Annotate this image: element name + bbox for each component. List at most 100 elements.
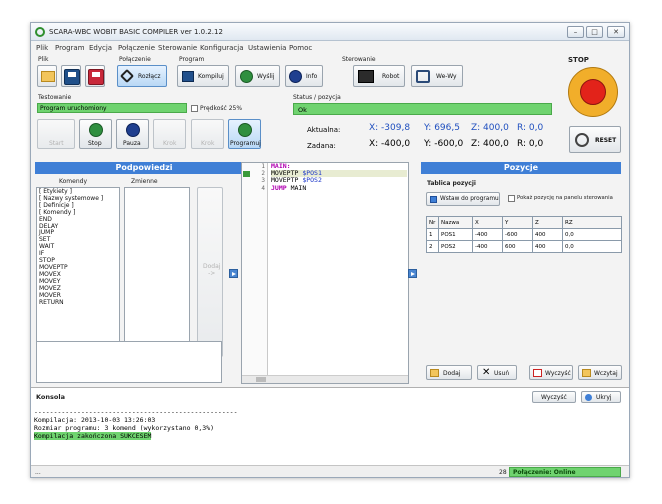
compile-button[interactable]: Kompiluj (177, 65, 229, 87)
group-label-plik: Plik (38, 56, 49, 63)
editor-scrollbar[interactable] (242, 375, 408, 383)
code-line[interactable]: JUMP MAIN (271, 183, 407, 192)
menu-konfiguracja[interactable]: Konfiguracja (200, 44, 244, 52)
emergency-stop-button[interactable] (568, 67, 618, 117)
variables-list[interactable] (124, 187, 190, 357)
menu-polaczenie[interactable]: Połączenie (118, 44, 155, 52)
header-z[interactable]: Z (532, 216, 563, 229)
save-as-icon (88, 69, 104, 85)
io-icon (416, 70, 430, 83)
disconnect-button[interactable]: Rozłącz (117, 65, 167, 87)
actual-x: X: -309,8 (369, 123, 411, 133)
program-status-field: Program uruchomiony (37, 103, 187, 113)
menu-ustawienia[interactable]: Ustawienia (248, 44, 286, 52)
testing-label: Testowanie (38, 94, 72, 101)
header-name[interactable]: Nazwa (438, 216, 473, 229)
remove-position-button[interactable]: ✕ Usuń (477, 365, 517, 380)
console-title: Konsola (36, 393, 65, 401)
status-bar-number: 28 (499, 469, 507, 476)
minimize-button[interactable]: – (567, 26, 584, 38)
save-file-button[interactable] (61, 65, 81, 87)
reset-icon (575, 133, 589, 147)
info-icon (289, 70, 302, 83)
table-row[interactable]: 2 POS2 -400 600 400 0,0 (426, 240, 622, 253)
actual-label: Aktualna: (307, 126, 341, 134)
show-on-panel-checkbox[interactable] (508, 195, 515, 202)
console-line: Kompilacja zakończona SUKCESEM (34, 432, 152, 440)
robot-icon (358, 70, 374, 83)
speed-checkbox[interactable] (191, 105, 198, 112)
set-label: Zadana: (307, 142, 336, 150)
stop-button[interactable]: Stop (79, 119, 112, 149)
start-button[interactable]: Start (37, 119, 75, 149)
send-button[interactable]: Wyślij (235, 65, 280, 87)
code-lines[interactable]: MAIN: MOVEPTP $POS1 MOVEPTP $POS2 JUMP MAIN (271, 162, 407, 192)
positions-table[interactable]: Nr Nazwa X Y Z RZ 1 POS1 -400 -600 400 0… (426, 216, 622, 253)
header-x[interactable]: X (472, 216, 503, 229)
add-icon (430, 369, 439, 377)
close-button[interactable]: ✕ (607, 26, 625, 38)
main-window: SCARA-WBC WOBIT BASIC COMPILER ver 1.0.2… (30, 22, 630, 478)
commands-column-label: Komendy (59, 178, 88, 185)
hints-title: Podpowiedzi (35, 162, 253, 174)
clear-positions-button[interactable]: Wyczyść (529, 365, 573, 380)
list-item[interactable]: RETURN (37, 299, 119, 307)
header-y[interactable]: Y (502, 216, 533, 229)
status-bar: ... 28 Połączenie: Online (31, 465, 629, 477)
load-positions-button[interactable]: Wczytaj (578, 365, 622, 380)
menu-pomoc[interactable]: Pomoc (289, 44, 312, 52)
menu-sterowanie[interactable]: Sterowanie (158, 44, 197, 52)
robot-button[interactable]: Robot (353, 65, 405, 87)
insert-to-program-button[interactable]: Wstaw do programu (426, 192, 500, 206)
program-button[interactable]: Programuj (228, 119, 261, 149)
status-bar-left: ... (35, 469, 41, 476)
program-icon (238, 123, 252, 137)
add-position-button[interactable]: Dodaj (426, 365, 472, 380)
line-number: 3 (261, 177, 265, 185)
add-hint-button[interactable]: Dodaj -> (197, 187, 223, 357)
show-on-panel-label: Pokaż pozycję na panelu sterowania (517, 195, 613, 201)
move-right-arrow-icon[interactable] (229, 269, 238, 278)
pause-button[interactable]: Pauza (116, 119, 149, 149)
code-editor[interactable]: 1234 MAIN: MOVEPTP $POS1 MOVEPTP $POS2 JUMP… (241, 162, 409, 384)
maximize-button[interactable]: □ (586, 26, 603, 38)
console-clear-button[interactable]: Wyczyść (532, 391, 576, 403)
actual-r: R: 0,0 (517, 123, 544, 133)
pause-icon (126, 123, 140, 137)
console-output[interactable]: ----------------------------------------… (34, 408, 624, 440)
group-label-polaczenie: Połączenie (119, 56, 151, 63)
group-label-program: Program (179, 56, 205, 63)
code-token: MAIN (290, 183, 307, 192)
step-back-button[interactable]: Krok (153, 119, 186, 149)
info-button[interactable]: Info (285, 65, 323, 87)
menu-program[interactable]: Program (55, 44, 85, 52)
editor-scroll-thumb[interactable] (256, 377, 266, 382)
menu-edycja[interactable]: Edycja (89, 44, 112, 52)
console-line: Rozmiar programu: 3 komend (wykorzystano… (34, 424, 215, 432)
clear-icon (533, 369, 542, 377)
actual-z: Z: 400,0 (471, 123, 509, 133)
io-button[interactable]: We-Wy (411, 65, 463, 87)
header-nr[interactable]: Nr (426, 216, 439, 229)
step-forward-button[interactable]: Krok (191, 119, 224, 149)
set-z: Z: 400,0 (471, 139, 509, 149)
open-file-button[interactable] (37, 65, 57, 87)
console-hide-button[interactable]: Ukryj (581, 391, 621, 403)
hide-icon (585, 394, 592, 401)
positions-title: Pozycje (421, 162, 621, 174)
reset-button[interactable]: RESET (569, 126, 621, 153)
table-row[interactable]: 1 POS1 -400 -600 400 0,0 (426, 228, 622, 241)
save-icon (64, 69, 80, 85)
header-rz[interactable]: RZ (562, 216, 622, 229)
line-numbers: 1234 (242, 163, 268, 377)
menu-bar: Plik Program Edycja Połączenie Sterowani… (31, 42, 629, 54)
positions-header-row: Nr Nazwa X Y Z RZ (426, 216, 622, 229)
commands-list[interactable]: [ Etykiety ][ Nazwy systemowe ][ Definic… (36, 187, 120, 357)
move-left-arrow-icon[interactable] (408, 269, 417, 278)
save-as-button[interactable] (85, 65, 105, 87)
list-item[interactable]: WAIT (37, 243, 119, 251)
actual-y: Y: 696,5 (424, 123, 460, 133)
menu-plik[interactable]: Plik (36, 44, 48, 52)
set-r: R: 0,0 (517, 139, 544, 149)
set-x: X: -400,0 (369, 139, 411, 149)
